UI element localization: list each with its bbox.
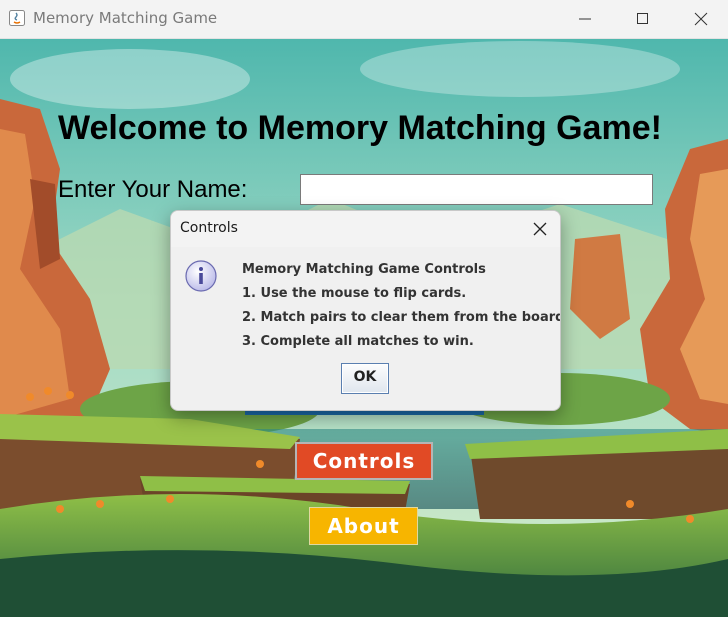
window-title: Memory Matching Game xyxy=(33,9,218,27)
controls-dialog: Controls Memory Matching Game Controls 1… xyxy=(170,210,561,411)
controls-button[interactable]: Controls xyxy=(295,442,433,480)
dialog-title: Controls xyxy=(180,220,238,236)
close-icon xyxy=(694,12,708,26)
welcome-heading: Welcome to Memory Matching Game! xyxy=(58,109,662,147)
window-titlebar[interactable]: Memory Matching Game xyxy=(0,0,728,39)
maximize-icon xyxy=(637,13,648,24)
ok-button[interactable]: OK xyxy=(341,363,389,394)
java-icon xyxy=(9,10,25,26)
dialog-message: Memory Matching Game Controls 1. Use the… xyxy=(242,262,561,358)
dialog-message-line: Memory Matching Game Controls xyxy=(242,262,486,277)
close-button[interactable] xyxy=(672,0,728,38)
name-input[interactable] xyxy=(300,174,653,205)
dialog-message-line: 3. Complete all matches to win. xyxy=(242,334,474,349)
about-button[interactable]: About xyxy=(309,507,418,545)
maximize-button[interactable] xyxy=(614,0,672,38)
minimize-button[interactable] xyxy=(556,0,614,38)
dialog-titlebar[interactable]: Controls xyxy=(171,211,560,247)
close-icon xyxy=(533,222,547,236)
dialog-message-line: 1. Use the mouse to flip cards. xyxy=(242,286,467,301)
info-icon xyxy=(184,259,218,293)
dialog-close-button[interactable] xyxy=(520,211,560,247)
dialog-message-line: 2. Match pairs to clear them from the bo… xyxy=(242,310,561,325)
name-label: Enter Your Name: xyxy=(58,176,248,203)
minimize-icon xyxy=(579,18,591,20)
